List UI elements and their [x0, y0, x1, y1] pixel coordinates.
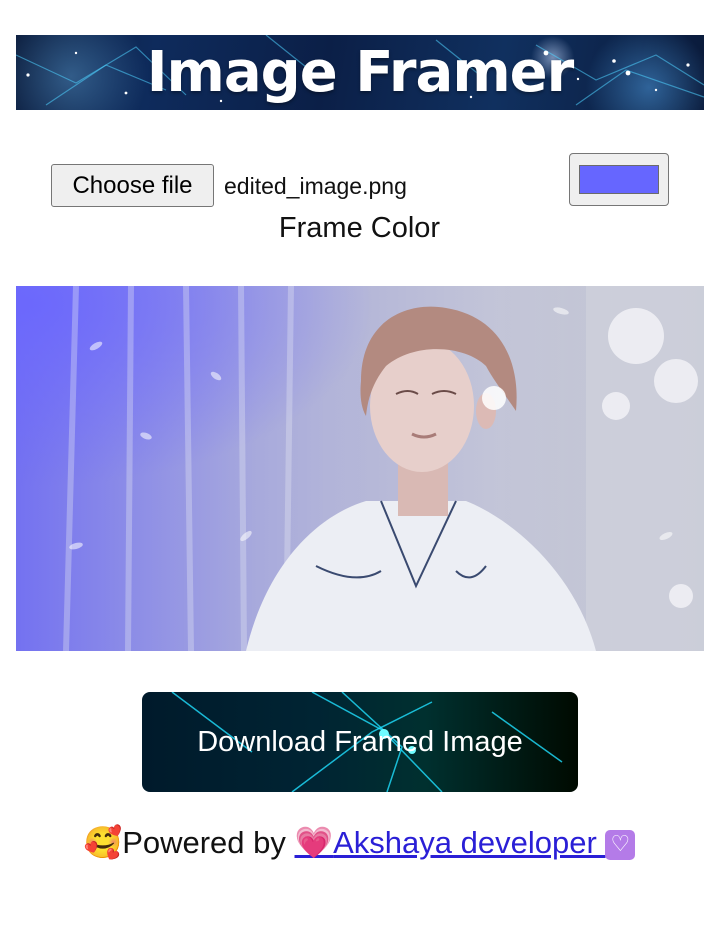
image-framer-page: Image Framer Choose file edited_image.pn… [0, 0, 719, 944]
framed-image-preview [16, 286, 704, 651]
footer-credit: 🥰Powered by 💗Akshaya developer ♡ [0, 820, 719, 866]
frame-color-picker[interactable] [569, 153, 669, 206]
photo-illustration [16, 286, 704, 651]
developer-link[interactable]: 💗Akshaya developer ♡ [294, 825, 636, 861]
growing-heart-icon: 💗 [294, 825, 334, 861]
page-title: Image Framer [146, 40, 575, 105]
selected-file-name: edited_image.png [224, 173, 407, 199]
powered-by-text: Powered by [122, 825, 295, 860]
header-banner: Image Framer [16, 35, 704, 110]
download-button-label: Download Framed Image [197, 726, 523, 758]
frame-color-label: Frame Color [278, 212, 441, 244]
smiling-face-with-hearts-icon: 🥰 [83, 825, 123, 861]
developer-link-text: Akshaya developer [333, 825, 606, 860]
download-framed-image-button[interactable]: Download Framed Image [142, 692, 578, 792]
choose-file-button[interactable]: Choose file [51, 164, 214, 207]
frame-color-swatch [579, 165, 659, 194]
white-heart-icon: ♡ [605, 829, 636, 860]
